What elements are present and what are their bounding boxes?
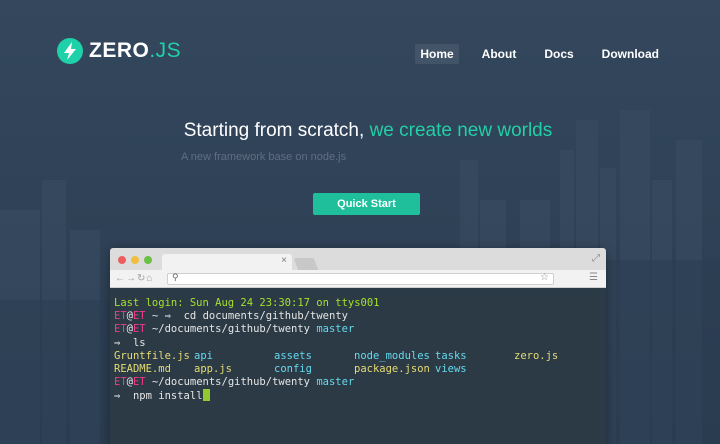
hero-title-highlight: we create new worlds	[369, 120, 553, 141]
terminal-line: ET@ET ~/documents/github/twenty master	[114, 376, 355, 389]
menu-icon[interactable]: ☰	[589, 272, 598, 283]
terminal-cursor	[202, 389, 210, 402]
terminal-line: ⇒ ls	[114, 336, 146, 349]
quick-start-button[interactable]: Quick Start	[313, 193, 420, 215]
nav-about[interactable]: About	[477, 44, 522, 64]
terminal-line: ET@ET ~/documents/github/twenty master	[114, 323, 355, 336]
browser-tab-strip: × ⤢	[110, 248, 606, 270]
star-icon[interactable]: ☆	[540, 272, 549, 283]
browser-window: × ⤢ ←→↻⌂ ⚲ ☆ ☰ Last login: Sun Aug 24 23…	[110, 248, 606, 444]
brand-logo[interactable]: ZERO.JS	[57, 38, 181, 64]
terminal-ls-row: README.md app.js config package.json views	[114, 362, 467, 375]
reload-icon[interactable]: ↻	[137, 273, 146, 284]
nav-download[interactable]: Download	[597, 44, 664, 64]
brand-name: ZERO.JS	[89, 39, 182, 62]
maximize-window-dot[interactable]	[144, 256, 152, 264]
forward-arrow-icon[interactable]: →	[126, 273, 137, 284]
expand-icon[interactable]: ⤢	[592, 253, 600, 264]
close-window-dot[interactable]	[118, 256, 126, 264]
browser-toolbar: ←→↻⌂ ⚲ ☆ ☰	[110, 270, 606, 288]
terminal-line: Last login: Sun Aug 24 23:30:17 on ttys0…	[114, 297, 380, 309]
nav-docs[interactable]: Docs	[539, 44, 578, 64]
hero-title: Starting from scratch, we create new wor…	[183, 120, 553, 141]
back-arrow-icon[interactable]: ←	[115, 273, 126, 284]
minimize-window-dot[interactable]	[131, 256, 139, 264]
lightning-logo-icon	[57, 38, 83, 64]
hero-subtitle: A new framework base on node.js	[181, 151, 347, 163]
home-icon[interactable]: ⌂	[146, 273, 153, 284]
tab-close-icon[interactable]: ×	[281, 255, 287, 266]
terminal-ls-row: Gruntfile.js api assets node_modules tasks ze…	[114, 349, 559, 362]
terminal[interactable]: Last login: Sun Aug 24 23:30:17 on ttys0…	[110, 292, 606, 444]
main-nav: Home About Docs Download	[397, 44, 664, 64]
terminal-input-line[interactable]: ⇒ npm install	[114, 389, 602, 402]
search-icon: ⚲	[172, 272, 179, 282]
browser-tab[interactable]: ×	[162, 254, 292, 270]
address-bar[interactable]: ⚲ ☆	[167, 272, 554, 285]
terminal-line: ET@ET ~ ⇒ cd documents/github/twenty	[114, 310, 348, 323]
new-tab-button[interactable]	[293, 258, 319, 270]
nav-home[interactable]: Home	[415, 44, 459, 64]
